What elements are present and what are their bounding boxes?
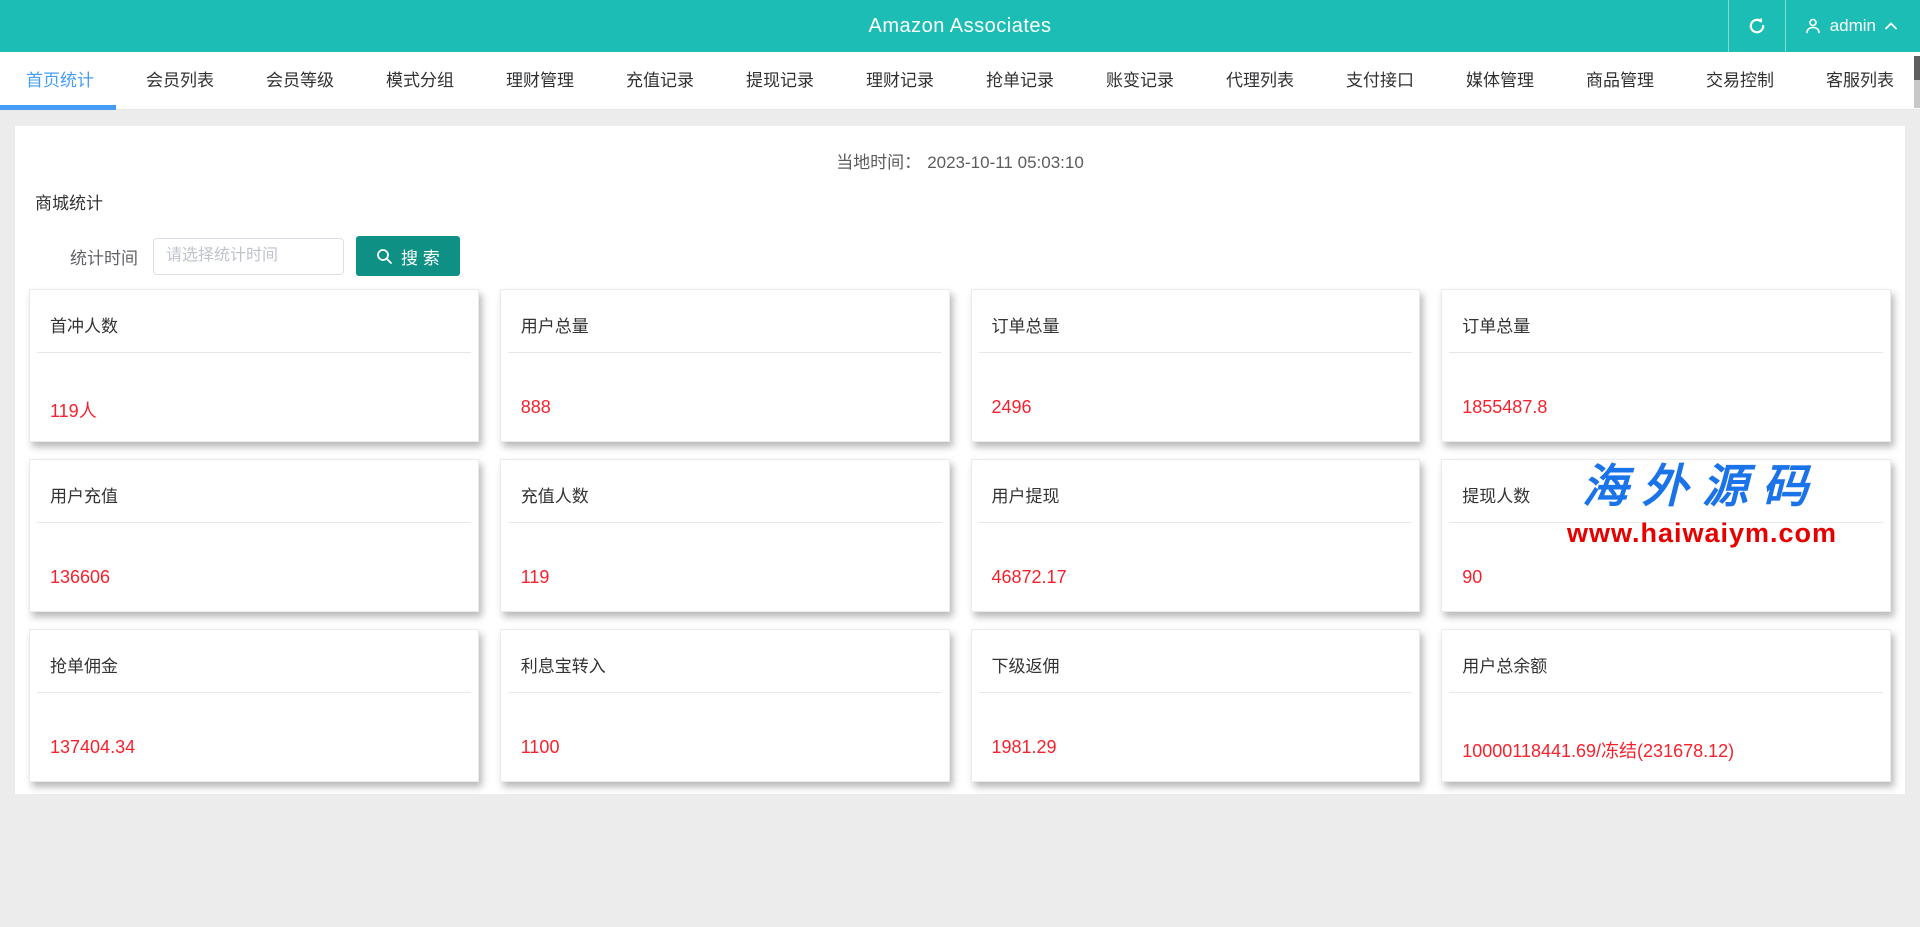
stat-card: 订单总量 1855487.8 [1441, 289, 1891, 442]
content-panel: 当地时间： 2023-10-11 05:03:10 商城统计 统计时间 搜 索 首… [15, 126, 1905, 794]
stat-card-value: 1100 [501, 693, 949, 758]
tab-4[interactable]: 模式分组 [360, 52, 480, 109]
scrollbar-thumb[interactable] [1914, 56, 1920, 80]
tab-3[interactable]: 会员等级 [240, 52, 360, 109]
stat-card-title: 首冲人数 [30, 290, 478, 337]
header-right: admin [1728, 0, 1920, 52]
stat-card: 用户充值 136606 [29, 459, 479, 612]
stat-card-value: 10000118441.69/冻结(231678.12) [1442, 693, 1890, 763]
stat-card-title: 抢单佣金 [30, 630, 478, 677]
stat-card-value: 1981.29 [972, 693, 1420, 758]
stat-card-title: 用户总余额 [1442, 630, 1890, 677]
nav-tabs: 首页统计会员列表会员等级模式分组理财管理充值记录提现记录理财记录抢单记录账变记录… [0, 52, 1920, 110]
person-icon [1804, 17, 1822, 35]
stat-card-title: 用户充值 [30, 460, 478, 507]
stat-card: 首冲人数 119人 [29, 289, 479, 442]
stat-card-title: 用户提现 [972, 460, 1420, 507]
stat-card: 下级返佣 1981.29 [971, 629, 1421, 782]
stat-card-title: 订单总量 [1442, 290, 1890, 337]
tab-9[interactable]: 抢单记录 [960, 52, 1080, 109]
stat-card-title: 提现人数 [1442, 460, 1890, 507]
stat-card-value: 90 [1442, 523, 1890, 588]
stat-card: 充值人数 119 [500, 459, 950, 612]
tab-15[interactable]: 交易控制 [1680, 52, 1800, 109]
stat-card-title: 用户总量 [501, 290, 949, 337]
refresh-button[interactable] [1729, 0, 1785, 52]
search-label: 统计时间 [70, 244, 138, 269]
user-name: admin [1830, 16, 1876, 36]
search-icon [376, 248, 393, 265]
page-gap [0, 110, 1920, 126]
search-button[interactable]: 搜 索 [356, 236, 460, 276]
stat-card-title: 充值人数 [501, 460, 949, 507]
stat-card: 用户提现 46872.17 [971, 459, 1421, 612]
stat-card: 用户总量 888 [500, 289, 950, 442]
local-time-value: 2023-10-11 05:03:10 [927, 153, 1084, 172]
tab-11[interactable]: 代理列表 [1200, 52, 1320, 109]
refresh-icon [1747, 16, 1767, 36]
tab-2[interactable]: 会员列表 [120, 52, 240, 109]
stat-card-value: 119人 [30, 353, 478, 423]
tab-5[interactable]: 理财管理 [480, 52, 600, 109]
app-title: Amazon Associates [868, 15, 1051, 38]
user-menu[interactable]: admin [1786, 0, 1920, 52]
stat-time-input[interactable] [153, 238, 344, 275]
tab-7[interactable]: 提现记录 [720, 52, 840, 109]
stat-card-value: 888 [501, 353, 949, 418]
scrollbar-track [1914, 80, 1920, 108]
stat-card-title: 利息宝转入 [501, 630, 949, 677]
section-title: 商城统计 [35, 189, 1905, 214]
tab-12[interactable]: 支付接口 [1320, 52, 1440, 109]
app-header: Amazon Associates admin [0, 0, 1920, 52]
search-button-label: 搜 索 [401, 244, 440, 269]
local-time: 当地时间： 2023-10-11 05:03:10 [15, 126, 1905, 173]
stat-card-title: 订单总量 [972, 290, 1420, 337]
local-time-label: 当地时间： [836, 153, 921, 172]
search-row: 统计时间 搜 索 [70, 236, 1905, 276]
stat-card: 订单总量 2496 [971, 289, 1421, 442]
stat-card-title: 下级返佣 [972, 630, 1420, 677]
stat-card: 用户总余额 10000118441.69/冻结(231678.12) [1441, 629, 1891, 782]
stat-card: 提现人数 90 [1441, 459, 1891, 612]
tab-1[interactable]: 首页统计 [0, 52, 120, 109]
chevron-up-icon [1884, 21, 1898, 31]
tab-10[interactable]: 账变记录 [1080, 52, 1200, 109]
stat-card-value: 46872.17 [972, 523, 1420, 588]
tab-16[interactable]: 客服列表 [1800, 52, 1920, 109]
scrollbar [1914, 52, 1920, 927]
stat-card-value: 2496 [972, 353, 1420, 418]
tab-6[interactable]: 充值记录 [600, 52, 720, 109]
tab-13[interactable]: 媒体管理 [1440, 52, 1560, 109]
stats-grid: 首冲人数 119人用户总量 888 订单总量 2496 订单总量 1855487.8 用户充值… [29, 289, 1891, 782]
stat-card-value: 119 [501, 523, 949, 588]
stat-card-value: 137404.34 [30, 693, 478, 758]
stat-card: 利息宝转入 1100 [500, 629, 950, 782]
stat-card-value: 1855487.8 [1442, 353, 1890, 418]
tab-14[interactable]: 商品管理 [1560, 52, 1680, 109]
stat-card: 抢单佣金 137404.34 [29, 629, 479, 782]
tab-8[interactable]: 理财记录 [840, 52, 960, 109]
stat-card-value: 136606 [30, 523, 478, 588]
